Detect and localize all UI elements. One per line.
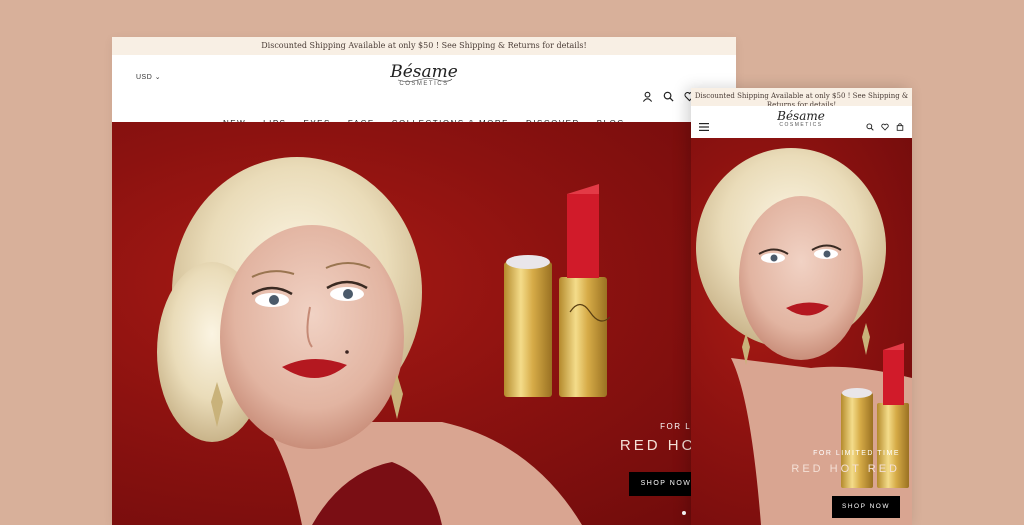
brand-subtitle: COSMETICS xyxy=(399,81,449,87)
promo-bar-mobile[interactable]: Discounted Shipping Available at only $5… xyxy=(691,88,912,106)
shop-now-button-mobile[interactable]: SHOP NOW xyxy=(832,496,900,518)
hero-banner-mobile[interactable]: FOR LIMITED TIME RED HOT RED SHOP NOW xyxy=(691,138,912,525)
svg-text:Bésame: Bésame xyxy=(776,109,825,123)
search-icon[interactable] xyxy=(866,118,874,136)
hero-banner[interactable]: FOR LIMITED TIME RED HOT RED SHOP NOW xyxy=(112,122,736,525)
wishlist-heart-icon[interactable] xyxy=(881,118,889,136)
hero-text-block-mobile: FOR LIMITED TIME RED HOT RED xyxy=(791,450,900,475)
site-header: USD ⌄ Bésame COSMETICS NEW xyxy=(112,55,736,128)
brand-script-logo: Bésame xyxy=(389,62,458,82)
hero-kicker-mobile: FOR LIMITED TIME xyxy=(813,450,900,457)
menu-hamburger-icon[interactable] xyxy=(699,118,709,136)
header-icons-mobile xyxy=(866,118,904,136)
desktop-preview: Discounted Shipping Available at only $5… xyxy=(112,37,736,525)
hero-portrait-image xyxy=(157,157,611,525)
search-icon[interactable] xyxy=(663,89,674,107)
chevron-down-icon: ⌄ xyxy=(154,74,162,81)
promo-bar[interactable]: Discounted Shipping Available at only $5… xyxy=(112,37,736,55)
account-icon[interactable] xyxy=(642,89,653,107)
hero-headline-mobile: RED HOT RED xyxy=(791,463,900,475)
brand-subtitle-mobile: COSMETICS xyxy=(779,122,823,128)
brand-logo[interactable]: Bésame COSMETICS xyxy=(372,61,476,87)
slide-dot-1[interactable] xyxy=(682,511,686,515)
currency-label: USD xyxy=(136,74,153,81)
currency-selector[interactable]: USD ⌄ xyxy=(136,73,161,81)
cart-bag-icon[interactable] xyxy=(896,118,904,136)
mobile-preview: Discounted Shipping Available at only $5… xyxy=(691,88,912,525)
site-header-mobile: Bésame COSMETICS xyxy=(691,106,912,139)
brand-logo-mobile[interactable]: Bésame COSMETICS xyxy=(763,108,839,128)
